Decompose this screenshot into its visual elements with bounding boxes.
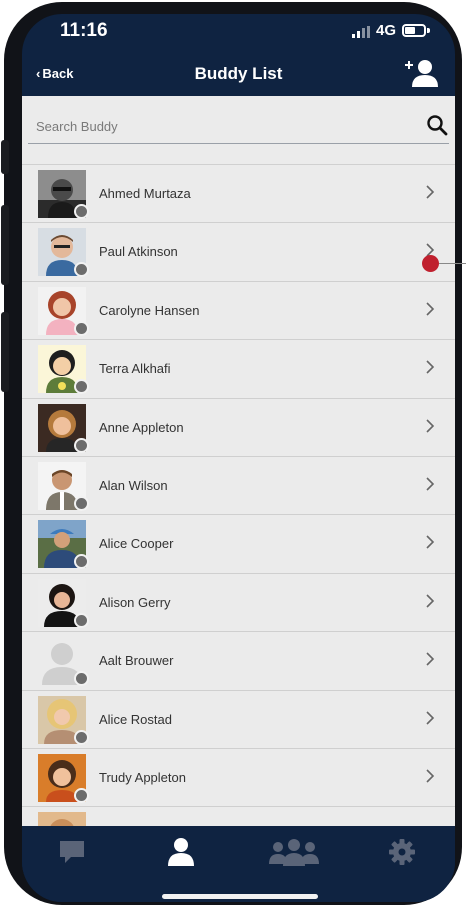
buddy-row-alison-gerry[interactable]: Alison Gerry [22,574,455,633]
search-icon[interactable] [426,114,448,136]
nav-bar: ‹ Back Buddy List [22,54,455,96]
buddy-row-ahmed-murtaza[interactable]: Ahmed Murtaza [22,165,455,224]
mute-switch [1,140,9,174]
buddy-name: Terra Alkhafi [99,361,171,377]
group-icon [269,839,319,866]
home-indicator [162,894,318,899]
status-dot [74,554,89,570]
buddy-name: Alice Cooper [99,536,174,552]
content-area: Ahmed Murtaza Paul Atkinson Carolyne Han… [22,96,455,826]
buddy-row-alan-wilson[interactable]: Alan Wilson [22,457,455,516]
avatar [38,812,86,826]
annotation-marker [422,255,439,272]
buddy-row-alice-rostad[interactable]: Alice Rostad [22,691,455,749]
buddy-row-anne-appleton[interactable]: Anne Appleton [22,399,455,457]
buddy-row-alice-cooper[interactable]: Alice Cooper [22,515,455,574]
chevron-right-icon [426,535,435,549]
status-dot [74,437,89,453]
status-dot [74,495,89,511]
chevron-right-icon [426,302,435,316]
status-dot [74,612,89,628]
search-input[interactable] [36,116,416,136]
status-dot [74,262,89,278]
chevron-right-icon [426,652,435,666]
signal-icon [352,26,372,38]
battery-tip [427,28,430,33]
status-dot [74,729,89,745]
chevron-right-icon [426,360,435,374]
tab-bar [22,826,455,902]
buddy-name: Alice Rostad [99,711,172,727]
screen: 11:16 4G ‹ Back Buddy List Search Buddy … [22,14,455,902]
buddy-row-aalt-brouwer[interactable]: Aalt Brouwer [22,632,455,691]
buddy-name: Aalt Brouwer [99,653,174,669]
buddy-name: Trudy Appleton [99,769,186,785]
buddy-row-terra-alkhafi[interactable]: Terra Alkhafi [22,340,455,399]
buddy-row-carolyne-hansen[interactable]: Carolyne Hansen [22,282,455,341]
tab-settings[interactable] [388,836,416,868]
buddy-name: Alan Wilson [99,477,168,493]
buddy-icon [168,838,194,866]
status-dot [74,320,89,336]
buddy-name: Ahmed Murtaza [99,186,191,201]
volume-down-button [1,312,9,392]
chevron-right-icon [426,185,435,199]
buddy-row-paul-atkinson[interactable]: Paul Atkinson [22,223,455,282]
annotation-line [439,263,466,264]
chevron-right-icon [426,418,435,433]
status-dot [74,787,89,803]
battery-icon [402,24,426,37]
buddy-row-trudy-appleton[interactable]: Trudy Appleton [22,749,455,808]
buddy-row-partial[interactable] [22,807,455,826]
buddy-name: Paul Atkinson [99,244,178,260]
chevron-right-icon [426,594,435,608]
status-time: 11:16 [60,20,108,41]
buddy-list: Ahmed Murtaza Paul Atkinson Carolyne Han… [22,164,455,826]
search-bar [28,108,449,144]
settings-icon [389,839,415,865]
tab-chat[interactable] [57,836,87,868]
page-title: Buddy List [194,64,283,83]
status-dot [74,204,89,219]
status-dot [74,671,89,687]
tab-buddies[interactable] [166,836,196,868]
chevron-right-icon [426,477,435,491]
chevron-right-icon [426,769,435,783]
buddy-name: Alison Gerry [99,594,171,610]
volume-up-button [1,205,9,285]
tab-groups[interactable] [268,836,320,868]
buddy-name: Carolyne Hansen [99,302,200,318]
buddy-name: Anne Appleton [99,419,184,435]
chat-icon [60,841,84,863]
status-dot [74,379,89,395]
add-user-icon[interactable] [404,58,440,88]
network-type: 4G [376,22,397,39]
chevron-right-icon [426,710,435,725]
status-bar: 11:16 4G [22,14,455,54]
